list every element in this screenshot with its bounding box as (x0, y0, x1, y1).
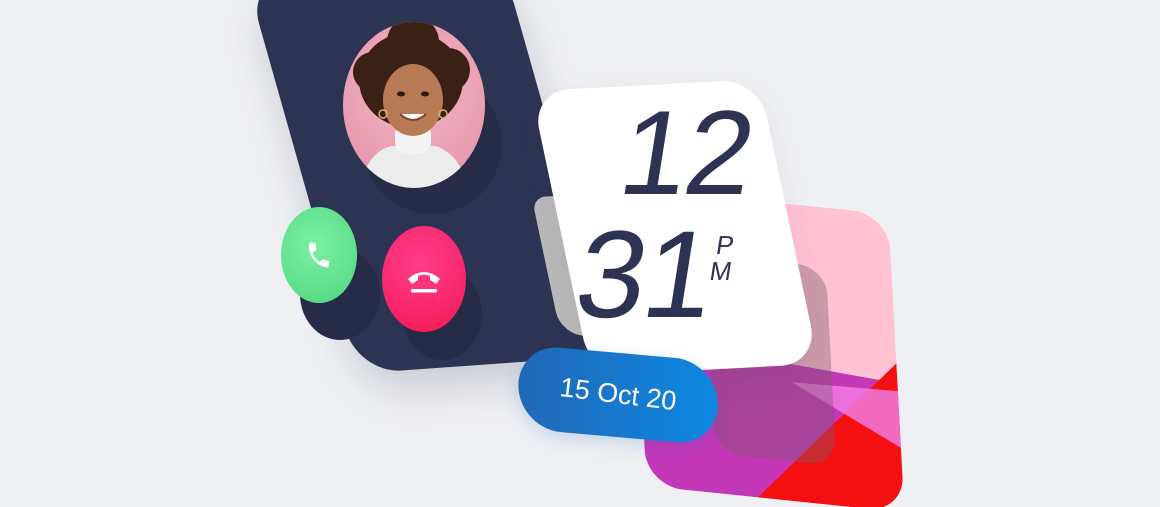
phone-icon (304, 238, 334, 272)
clock-minute: 31 (567, 206, 723, 344)
ampm-p: P (714, 230, 737, 260)
clock-hour: 12 (611, 86, 763, 220)
phone-hangup-icon (400, 259, 448, 299)
caller-avatar (343, 22, 485, 188)
watch-faces-showcase: 12 31 P M 15 Oct 20 (0, 0, 1160, 507)
accept-call-button[interactable] (281, 207, 357, 303)
ampm-m: M (707, 256, 735, 286)
decline-call-button[interactable] (382, 226, 466, 332)
